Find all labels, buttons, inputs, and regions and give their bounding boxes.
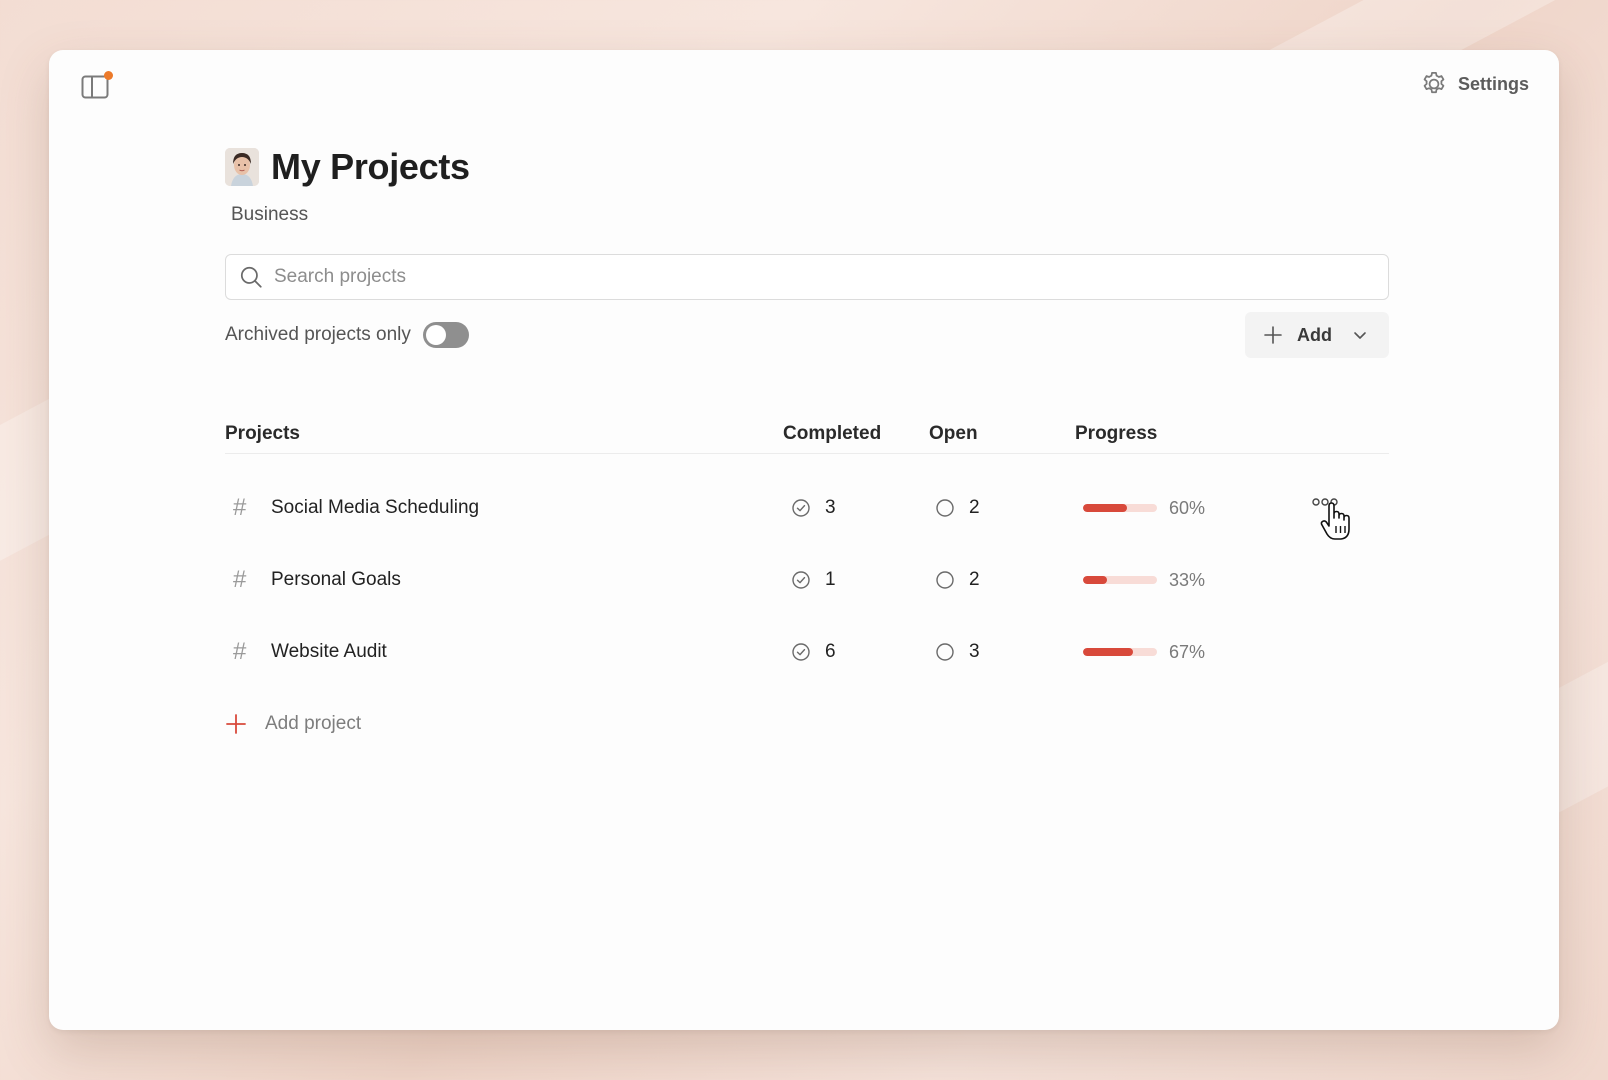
workspace-label: Business <box>231 204 309 225</box>
project-name-cell: # Personal Goals <box>225 566 783 594</box>
open-circle-icon <box>936 499 954 517</box>
settings-button[interactable]: Settings <box>1420 70 1529 98</box>
title-row: My Projects <box>225 142 1389 192</box>
project-name-cell: # Website Audit <box>225 638 783 666</box>
toggle-knob <box>425 325 446 345</box>
open-circle-icon <box>936 571 954 589</box>
table-header: Projects Completed Open Progress <box>225 414 1389 454</box>
progress-percent: 33% <box>1169 569 1206 590</box>
chevron-down-icon <box>1354 332 1366 339</box>
project-row[interactable]: # Personal Goals 1 2 33% <box>225 544 1389 616</box>
progress-bar <box>1083 504 1157 512</box>
add-button[interactable]: Add <box>1245 312 1389 358</box>
gear-icon <box>1423 72 1445 94</box>
completed-cell: 3 <box>783 497 929 519</box>
add-project-label: Add project <box>265 713 362 734</box>
project-name-cell: # Social Media Scheduling <box>225 494 783 522</box>
project-list: # Social Media Scheduling 3 2 60% # Pers… <box>225 472 1389 688</box>
settings-label: Settings <box>1457 73 1529 94</box>
archived-filter: Archived projects only <box>225 322 469 348</box>
progress-bar <box>1083 576 1157 584</box>
more-icon <box>1312 498 1338 506</box>
completed-count: 3 <box>825 497 836 518</box>
open-circle-icon <box>936 643 954 661</box>
hash-icon: # <box>233 638 247 665</box>
open-cell: 2 <box>929 569 1075 591</box>
avatar <box>225 148 259 186</box>
hash-icon: # <box>233 566 247 593</box>
project-name: Website Audit <box>271 641 387 662</box>
header-projects[interactable]: Projects <box>225 423 783 445</box>
app-window: Settings My Projects Business Search pro… <box>49 50 1559 1030</box>
completed-count: 1 <box>825 569 836 590</box>
progress-bar <box>1083 648 1157 656</box>
search-icon <box>240 266 262 288</box>
completed-cell: 1 <box>783 569 929 591</box>
open-count: 3 <box>969 641 980 662</box>
main-content: My Projects Business Archived projects o… <box>225 142 1389 744</box>
progress-cell: 60% <box>1075 498 1335 519</box>
check-circle-icon <box>792 571 810 589</box>
search-box[interactable] <box>225 254 1389 300</box>
progress-cell: 67% <box>1075 642 1335 663</box>
progress-fill <box>1083 504 1128 512</box>
completed-cell: 6 <box>783 641 929 663</box>
notification-dot <box>104 71 113 80</box>
project-row[interactable]: # Website Audit 6 3 67% <box>225 616 1389 688</box>
open-cell: 3 <box>929 641 1075 663</box>
filter-row: Archived projects only Add <box>225 312 1389 358</box>
project-name: Social Media Scheduling <box>271 497 480 518</box>
archived-label: Archived projects only <box>225 324 411 345</box>
plus-icon <box>226 714 246 734</box>
open-cell: 2 <box>929 497 1075 519</box>
open-count: 2 <box>969 569 980 590</box>
page-title: My Projects <box>271 146 470 187</box>
more-options-button[interactable] <box>1311 494 1341 514</box>
plus-icon <box>1264 326 1282 344</box>
header-progress[interactable]: Progress <box>1075 423 1389 445</box>
project-name: Personal Goals <box>271 569 401 590</box>
check-circle-icon <box>792 643 810 661</box>
header-completed[interactable]: Completed <box>783 423 929 445</box>
progress-percent: 60% <box>1169 497 1206 518</box>
open-count: 2 <box>969 497 980 518</box>
progress-fill <box>1083 648 1133 656</box>
progress-cell: 33% <box>1075 570 1335 591</box>
progress-fill <box>1083 576 1108 584</box>
sidebar-toggle-button[interactable] <box>81 71 113 102</box>
progress-percent: 67% <box>1169 641 1206 662</box>
archived-toggle[interactable] <box>422 322 469 348</box>
hash-icon: # <box>233 494 247 521</box>
add-project-button[interactable]: Add project <box>225 704 1389 744</box>
add-button-label: Add <box>1297 324 1332 345</box>
search-input[interactable] <box>274 266 1388 288</box>
header-open[interactable]: Open <box>929 423 1075 445</box>
completed-count: 6 <box>825 641 836 662</box>
project-row[interactable]: # Social Media Scheduling 3 2 60% <box>225 472 1389 544</box>
check-circle-icon <box>792 499 810 517</box>
